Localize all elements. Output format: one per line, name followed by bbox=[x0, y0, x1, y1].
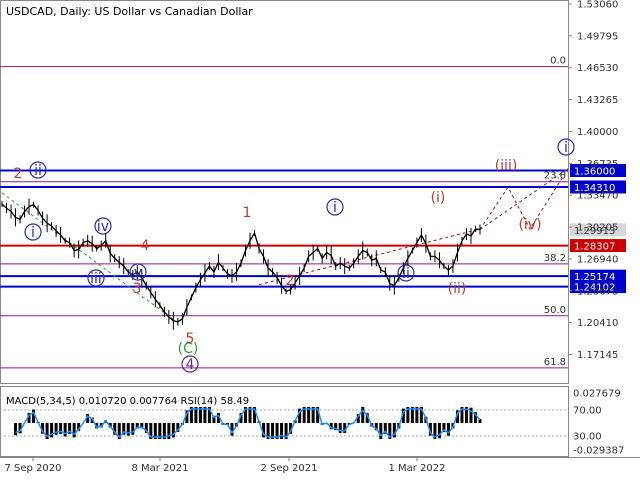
wave-label: 4 bbox=[141, 238, 150, 254]
chart: 0.0 23.6 38.2 50.0 61.8 1.36000 1.34310 1.2830… bbox=[0, 0, 640, 480]
chart-title: USDCAD, Daily: US Dollar vs Canadian Dol… bbox=[6, 5, 253, 18]
fib-level-label: 23.6 bbox=[544, 171, 566, 182]
y-tick-label: 1.40000 bbox=[577, 127, 618, 138]
x-tick-label: 8 Mar 2021 bbox=[131, 463, 188, 474]
wave-label: ii bbox=[402, 266, 410, 282]
wave-label: iv bbox=[97, 219, 109, 235]
y-tick-label: 1.43265 bbox=[577, 95, 618, 106]
wave-label: i bbox=[31, 225, 35, 241]
y-tick-label: 1.46530 bbox=[577, 63, 618, 74]
x-tick-label: 7 Sep 2020 bbox=[4, 463, 61, 474]
wave-label: 1 bbox=[243, 205, 252, 221]
chart-svg: 0.023.638.250.061.8 1.360001.343101.2830… bbox=[0, 0, 640, 480]
wave-label: (iii) bbox=[495, 158, 518, 174]
fib-level-label: 0.0 bbox=[550, 56, 566, 67]
indicator-tick-label: 30.00 bbox=[573, 432, 602, 443]
fib-level-label: 50.0 bbox=[544, 305, 566, 316]
indicator-tick-label: -0.029387 bbox=[573, 446, 624, 457]
y-tick-label: 1.33470 bbox=[577, 191, 618, 202]
wave-label: 2 bbox=[14, 166, 23, 182]
wave-label: 4 bbox=[186, 357, 195, 373]
indicator-tick-label: 0.027679 bbox=[573, 389, 621, 400]
wave-label: (iv) bbox=[518, 217, 541, 233]
wave-label: i bbox=[333, 200, 337, 216]
fib-level-label: 61.8 bbox=[544, 357, 566, 368]
wave-label: ii bbox=[34, 163, 42, 179]
wave-label: (C) bbox=[178, 341, 199, 357]
y-tick-label: 1.26940 bbox=[577, 254, 618, 265]
y-tick-label: 1.20410 bbox=[577, 318, 618, 329]
y-tick-label: 1.30205 bbox=[577, 223, 618, 234]
wave-label: (i) bbox=[431, 190, 446, 206]
indicator-tick-label: 70.00 bbox=[573, 406, 602, 417]
wave-label: 3 bbox=[133, 281, 142, 297]
x-tick-label: 1 Mar 2022 bbox=[388, 463, 445, 474]
y-tick-label: 1.23675 bbox=[577, 286, 618, 297]
wave-label: iii bbox=[90, 271, 102, 287]
indicator-label: MACD(5,34,5) 0.010720 0.007764 RSI(14) 5… bbox=[6, 396, 249, 407]
y-tick-label: 1.36735 bbox=[577, 159, 618, 170]
wave-label: (ii) bbox=[448, 281, 467, 297]
wave-label: 2 bbox=[286, 273, 295, 289]
x-tick-label: 2 Sep 2021 bbox=[260, 463, 317, 474]
y-tick-label: 1.17145 bbox=[577, 350, 618, 361]
y-tick-label: 1.49795 bbox=[577, 31, 618, 42]
y-tick-label: 1.53060 bbox=[577, 0, 618, 11]
wave-label: v bbox=[134, 265, 142, 281]
chart-background bbox=[0, 0, 640, 480]
wave-label: i bbox=[564, 140, 568, 156]
key-level-label: 1.28307 bbox=[574, 242, 615, 253]
fib-level-label: 38.2 bbox=[544, 253, 566, 264]
